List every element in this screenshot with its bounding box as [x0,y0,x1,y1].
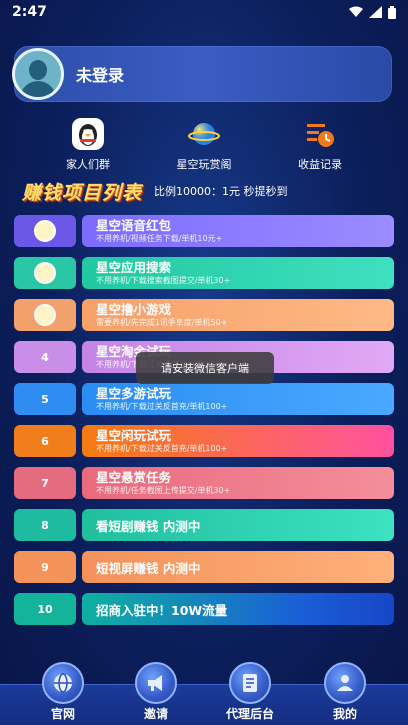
task-badge: 10 [14,593,76,625]
quick-starry-gallery[interactable]: 星空玩赏阁 [154,118,254,172]
wifi-icon [349,6,363,17]
quick-family-group[interactable]: 家人们群 [38,118,138,172]
globe-icon [42,662,84,704]
task-subtitle: 不用养机/任务截图上传提交/单机30+ [96,485,231,495]
login-status[interactable]: 未登录 [76,62,124,86]
task-title: 星空应用搜索 [96,259,172,275]
task-badge [14,257,76,289]
task-card[interactable]: 星空应用搜索 不用养机/下载搜索截图提交/单机30+ [82,257,394,289]
task-title: 星空多游试玩 [96,385,172,401]
quick-actions: 家人们群 星空玩赏阁 收益记录 [0,118,408,174]
planet-icon [188,118,220,150]
task-row[interactable]: 星空应用搜索 不用养机/下载搜索截图提交/单机30+ [14,257,394,289]
task-row[interactable]: 6 星空闲玩试玩 不用养机/下载过关反首充/单机100+ [14,425,394,457]
task-subtitle: 不用养机/下载过关反首充/单机100+ [96,401,228,411]
document-icon [229,662,271,704]
battery-icon [388,5,396,19]
task-row[interactable]: 星空撸小游戏 需要养机/先完成1讯手阜度/单机50+ [14,299,394,331]
nav-label: 官网 [50,707,75,721]
user-icon [324,662,366,704]
task-card[interactable]: 星空语音红包 不用养机/视频任务下载/单机10元+ [82,215,394,247]
task-row[interactable]: 10 招商入驻中！10W流量 [14,593,394,625]
task-title: 星空语音红包 [96,217,172,233]
quick-label: 收益记录 [298,158,342,171]
penguin-icon [72,118,104,150]
task-subtitle: 需要养机/先完成1讯手阜度/单机50+ [96,317,228,327]
section-header: 赚钱项目列表 比例10000：1元 秒提秒到 [22,178,288,204]
task-badge [14,215,76,247]
nav-invite[interactable]: 邀请 [126,662,186,722]
avatar[interactable] [12,48,64,100]
toast-message: 请安装微信客户端 [136,352,274,384]
task-card[interactable]: 星空多游试玩 不用养机/下载过关反首充/单机100+ [82,383,394,415]
task-card[interactable]: 星空撸小游戏 需要养机/先完成1讯手阜度/单机50+ [82,299,394,331]
profile-card[interactable]: 未登录 [12,46,392,102]
exchange-ratio: 比例10000：1元 秒提秒到 [154,185,288,198]
nav-agent-backend[interactable]: 代理后台 [220,662,280,722]
mascot-icon [34,220,56,242]
task-row[interactable]: 9 短视屏赚钱 内测中 [14,551,394,583]
task-title: 招商入驻中！10W流量 [96,602,228,618]
task-title: 星空撸小游戏 [96,301,172,317]
task-badge: 6 [14,425,76,457]
task-title: 短视屏赚钱 内测中 [96,560,201,576]
bottom-nav: 官网 邀请 代理后台 我的 [0,662,408,725]
quick-label: 星空玩赏阁 [176,158,232,171]
task-badge [14,299,76,331]
task-badge: 8 [14,509,76,541]
signal-icon [369,6,382,18]
task-card[interactable]: 短视屏赚钱 内测中 [82,551,394,583]
section-title: 赚钱项目列表 [22,181,143,204]
task-row[interactable]: 星空语音红包 不用养机/视频任务下载/单机10元+ [14,215,394,247]
task-subtitle: 不用养机/下载过关反首充/单机100+ [96,443,228,453]
nav-label: 代理后台 [225,707,274,721]
task-badge: 4 [14,341,76,373]
record-clock-icon [304,118,336,150]
task-badge: 5 [14,383,76,415]
task-badge: 9 [14,551,76,583]
task-row[interactable]: 5 星空多游试玩 不用养机/下载过关反首充/单机100+ [14,383,394,415]
task-card[interactable]: 招商入驻中！10W流量 [82,593,394,625]
status-time: 2:47 [12,4,47,20]
mascot-icon [34,262,56,284]
nav-label: 我的 [332,707,357,721]
task-title: 星空闲玩试玩 [96,427,172,443]
nav-label: 邀请 [143,707,168,721]
task-badge: 7 [14,467,76,499]
quick-label: 家人们群 [66,158,110,171]
nav-official-site[interactable]: 官网 [33,662,93,722]
task-card[interactable]: 看短剧赚钱 内测中 [82,509,394,541]
quick-earnings-record[interactable]: 收益记录 [270,118,370,172]
task-row[interactable]: 7 星空悬赏任务 不用养机/任务截图上传提交/单机30+ [14,467,394,499]
task-subtitle: 不用养机/下载搜索截图提交/单机30+ [96,275,231,285]
megaphone-icon [135,662,177,704]
mascot-icon [34,304,56,326]
task-card[interactable]: 星空悬赏任务 不用养机/任务截图上传提交/单机30+ [82,467,394,499]
nav-mine[interactable]: 我的 [315,662,375,722]
task-title: 看短剧赚钱 内测中 [96,518,201,534]
task-row[interactable]: 8 看短剧赚钱 内测中 [14,509,394,541]
status-bar: 2:47 [0,0,408,24]
task-title: 星空悬赏任务 [96,469,172,485]
task-card[interactable]: 星空闲玩试玩 不用养机/下载过关反首充/单机100+ [82,425,394,457]
task-subtitle: 不用养机/视频任务下载/单机10元+ [96,233,223,243]
